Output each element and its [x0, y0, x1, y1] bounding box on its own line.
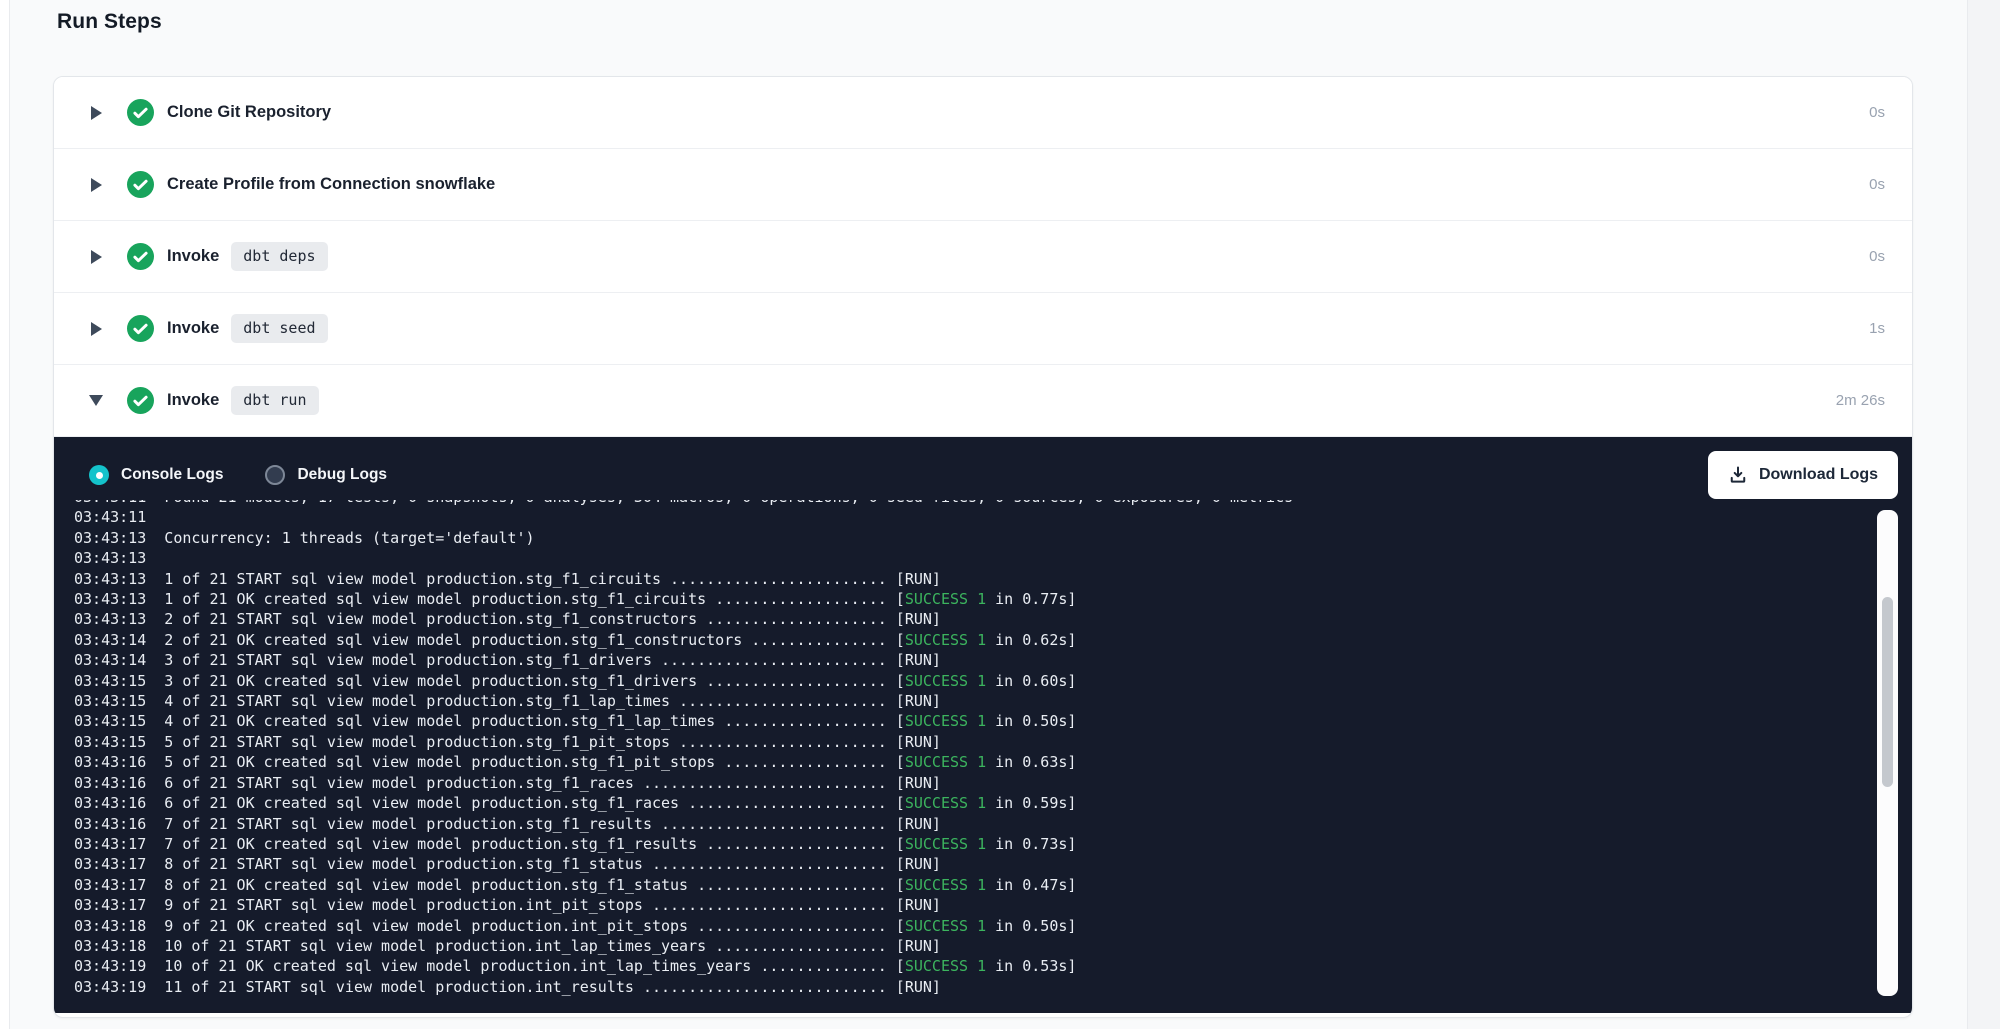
- log-line: 03:43:13 2 of 21 START sql view model pr…: [74, 609, 1868, 629]
- step-command-badge: dbt run: [231, 386, 318, 415]
- step-duration: 1s: [1869, 320, 1885, 337]
- console-panel: Console Logs Debug Logs Download Logs 03…: [54, 437, 1913, 1013]
- log-line: 03:43:17 9 of 21 START sql view model pr…: [74, 895, 1868, 915]
- step-label: Create Profile from Connection snowflake: [167, 175, 495, 194]
- log-tab-label: Console Logs: [121, 466, 223, 484]
- console-scrollbar-track[interactable]: [1877, 510, 1898, 996]
- console-log-lines: 03:43:11 Found 21 models, 17 tests, 0 sn…: [74, 500, 1868, 997]
- chevron-down-icon[interactable]: [89, 395, 103, 406]
- chevron-right-icon[interactable]: [91, 106, 102, 120]
- step-duration: 0s: [1869, 104, 1885, 121]
- console-scrollbar-thumb[interactable]: [1882, 597, 1893, 787]
- log-line: 03:43:14 2 of 21 OK created sql view mod…: [74, 630, 1868, 650]
- log-line: 03:43:13 Concurrency: 1 threads (target=…: [74, 528, 1868, 548]
- step-label: Invoke: [167, 391, 219, 410]
- download-icon: [1728, 465, 1748, 485]
- radio-selected-icon[interactable]: [89, 465, 109, 485]
- step-row[interactable]: Invoke dbt deps 0s: [54, 221, 1912, 293]
- step-command-badge: dbt seed: [231, 314, 327, 343]
- right-edge-panel: [1967, 0, 2000, 1029]
- download-logs-button[interactable]: Download Logs: [1708, 451, 1898, 499]
- check-circle-icon: [127, 243, 154, 270]
- log-line: 03:43:15 3 of 21 OK created sql view mod…: [74, 671, 1868, 691]
- chevron-right-icon[interactable]: [91, 322, 102, 336]
- download-logs-label: Download Logs: [1759, 466, 1878, 484]
- check-circle-icon: [127, 171, 154, 198]
- log-line: 03:43:16 5 of 21 OK created sql view mod…: [74, 752, 1868, 772]
- log-tab-label: Debug Logs: [297, 466, 387, 484]
- step-command-badge: dbt deps: [231, 242, 327, 271]
- step-row[interactable]: Invoke dbt seed 1s: [54, 293, 1912, 365]
- log-line: 03:43:18 10 of 21 START sql view model p…: [74, 936, 1868, 956]
- chevron-right-icon[interactable]: [91, 178, 102, 192]
- run-steps-list: Clone Git Repository 0s Create Profile f…: [54, 77, 1912, 437]
- step-row[interactable]: Create Profile from Connection snowflake…: [54, 149, 1912, 221]
- radio-unselected-icon[interactable]: [265, 465, 285, 485]
- log-line: 03:43:17 8 of 21 OK created sql view mod…: [74, 875, 1868, 895]
- log-line: 03:43:16 6 of 21 OK created sql view mod…: [74, 793, 1868, 813]
- run-steps-card: Clone Git Repository 0s Create Profile f…: [53, 76, 1913, 1018]
- log-line: 03:43:13 1 of 21 OK created sql view mod…: [74, 589, 1868, 609]
- log-tab[interactable]: Debug Logs: [265, 465, 387, 485]
- page-title: Run Steps: [57, 10, 162, 34]
- log-line: 03:43:13 1 of 21 START sql view model pr…: [74, 569, 1868, 589]
- log-line: 03:43:14 3 of 21 START sql view model pr…: [74, 650, 1868, 670]
- step-duration: 0s: [1869, 248, 1885, 265]
- step-row[interactable]: Invoke dbt run 2m 26s: [54, 365, 1912, 437]
- step-label: Invoke: [167, 319, 219, 338]
- step-label: Clone Git Repository: [167, 103, 331, 122]
- check-circle-icon: [127, 99, 154, 126]
- step-duration: 0s: [1869, 176, 1885, 193]
- log-line: 03:43:17 7 of 21 OK created sql view mod…: [74, 834, 1868, 854]
- log-line: 03:43:15 5 of 21 START sql view model pr…: [74, 732, 1868, 752]
- log-line: 03:43:15 4 of 21 OK created sql view mod…: [74, 711, 1868, 731]
- step-row[interactable]: Clone Git Repository 0s: [54, 77, 1912, 149]
- console-log-viewport[interactable]: 03:43:11 Found 21 models, 17 tests, 0 sn…: [74, 500, 1868, 997]
- console-header: Console Logs Debug Logs Download Logs: [89, 449, 1898, 501]
- log-type-radio-group: Console Logs Debug Logs: [89, 465, 429, 485]
- log-tab[interactable]: Console Logs: [89, 465, 223, 485]
- left-edge-panel: [0, 0, 10, 1029]
- log-line: 03:43:11: [74, 507, 1868, 527]
- log-line: 03:43:15 4 of 21 START sql view model pr…: [74, 691, 1868, 711]
- check-circle-icon: [127, 387, 154, 414]
- log-line: 03:43:17 8 of 21 START sql view model pr…: [74, 854, 1868, 874]
- step-label: Invoke: [167, 247, 219, 266]
- log-line: 03:43:16 7 of 21 START sql view model pr…: [74, 814, 1868, 834]
- log-line: 03:43:13: [74, 548, 1868, 568]
- log-line: 03:43:18 9 of 21 OK created sql view mod…: [74, 916, 1868, 936]
- log-line: 03:43:19 11 of 21 START sql view model p…: [74, 977, 1868, 997]
- log-line: 03:43:11 Found 21 models, 17 tests, 0 sn…: [74, 500, 1868, 507]
- check-circle-icon: [127, 315, 154, 342]
- chevron-right-icon[interactable]: [91, 250, 102, 264]
- log-line: 03:43:19 10 of 21 OK created sql view mo…: [74, 956, 1868, 976]
- step-duration: 2m 26s: [1836, 392, 1885, 409]
- log-line: 03:43:16 6 of 21 START sql view model pr…: [74, 773, 1868, 793]
